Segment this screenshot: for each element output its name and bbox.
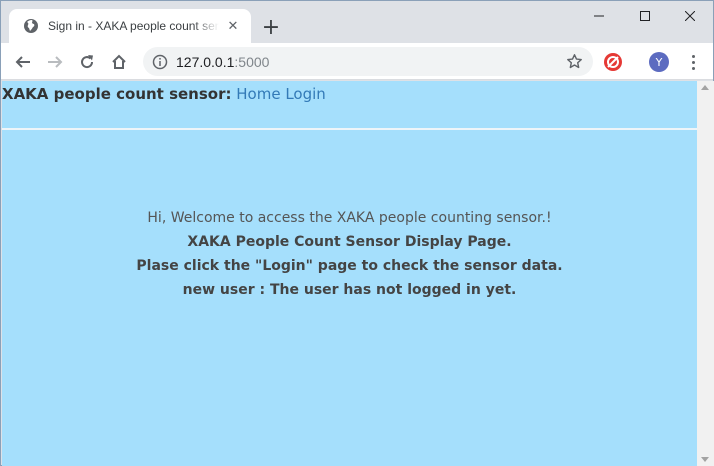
main-content: Hi, Welcome to access the XAKA people co… xyxy=(2,206,697,302)
forward-arrow-icon xyxy=(48,56,63,68)
site-brand: XAKA people count sensor: xyxy=(2,85,232,103)
back-button[interactable] xyxy=(9,48,37,76)
extension-icon[interactable] xyxy=(603,52,623,72)
maximize-button[interactable] xyxy=(622,1,668,31)
instruction-text: Plase click the "Login" page to check th… xyxy=(136,258,563,274)
page-viewport: XAKA people count sensor: Home Login Hi,… xyxy=(2,81,697,466)
minimize-button[interactable] xyxy=(576,1,622,31)
vertical-scrollbar[interactable] xyxy=(697,81,714,466)
home-button[interactable] xyxy=(105,48,133,76)
scroll-down-arrow-icon[interactable] xyxy=(701,457,709,462)
profile-avatar[interactable]: Y xyxy=(649,52,669,72)
browser-toolbar: 127.0.0.1:5000 Y xyxy=(1,43,713,80)
welcome-text: Hi, Welcome to access the XAKA people co… xyxy=(147,210,552,226)
nav-link-login[interactable]: Login xyxy=(285,85,325,103)
minimize-icon xyxy=(594,15,604,17)
kebab-menu-icon[interactable] xyxy=(683,52,703,72)
browser-window: Sign in - XAKA people count sensor ✕ + xyxy=(0,0,714,466)
reload-button[interactable] xyxy=(73,48,101,76)
tab-sign-in[interactable]: Sign in - XAKA people count sensor ✕ xyxy=(9,9,251,43)
forward-button[interactable] xyxy=(41,48,69,76)
scroll-up-arrow-icon[interactable] xyxy=(701,85,709,90)
reload-icon xyxy=(81,55,94,69)
maximize-icon xyxy=(640,11,650,21)
url-port: :5000 xyxy=(234,53,270,70)
user-status-text: new user : The user has not logged in ye… xyxy=(182,282,517,298)
info-icon[interactable] xyxy=(152,54,168,70)
close-window-button[interactable] xyxy=(667,1,713,31)
bookmark-star-icon[interactable] xyxy=(566,53,583,70)
globe-icon xyxy=(24,19,38,33)
close-icon xyxy=(685,11,695,21)
divider xyxy=(2,128,697,130)
url-host: 127.0.0.1 xyxy=(176,53,235,70)
tab-strip: Sign in - XAKA people count sensor ✕ + xyxy=(1,1,713,43)
site-navbar: XAKA people count sensor: Home Login xyxy=(2,85,326,105)
close-tab-icon[interactable]: ✕ xyxy=(225,18,241,34)
tab-title: Sign in - XAKA people count sensor xyxy=(48,19,219,33)
nav-link-home[interactable]: Home xyxy=(236,85,280,103)
home-icon xyxy=(112,54,126,69)
page-title: XAKA People Count Sensor Display Page. xyxy=(187,234,512,250)
back-arrow-icon xyxy=(15,56,30,68)
new-tab-button[interactable]: + xyxy=(259,15,283,40)
address-bar[interactable]: 127.0.0.1:5000 xyxy=(143,47,593,76)
